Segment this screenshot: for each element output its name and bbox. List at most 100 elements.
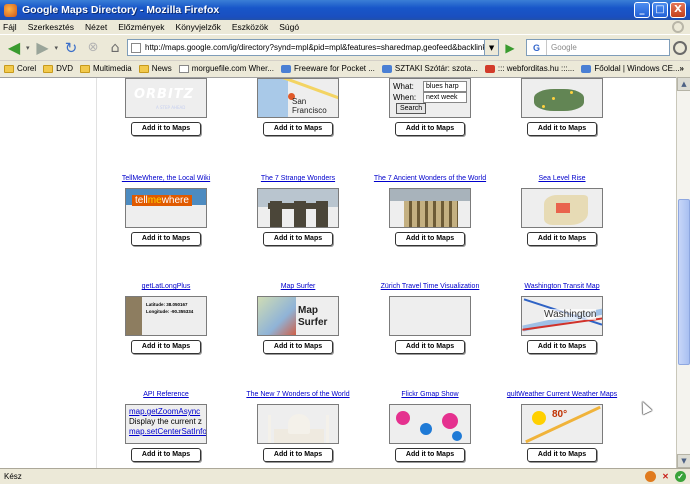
window-controls: _ □ X bbox=[634, 2, 686, 18]
folder-icon bbox=[138, 64, 149, 73]
search-engine-icon[interactable]: G bbox=[527, 40, 548, 55]
menu-help[interactable]: Súgó bbox=[279, 22, 299, 32]
menu-file[interactable]: Fájl bbox=[3, 22, 17, 32]
menu-tools[interactable]: Eszközök bbox=[232, 22, 268, 32]
add-to-maps-button[interactable]: Add it to Maps bbox=[527, 448, 597, 462]
back-arrow-icon[interactable]: ◀ bbox=[4, 38, 24, 58]
add-to-maps-button[interactable]: Add it to Maps bbox=[395, 448, 465, 462]
bookmark-link[interactable]: Freeware for Pocket ... bbox=[280, 64, 375, 73]
stop-icon[interactable]: ⊗ bbox=[83, 38, 103, 58]
window-titlebar[interactable]: Google Maps Directory - Mozilla Firefox … bbox=[0, 0, 690, 20]
add-to-maps-button[interactable]: Add it to Maps bbox=[131, 232, 201, 246]
address-dropdown-icon[interactable]: ▼ bbox=[485, 39, 500, 56]
gadget-thumbnail[interactable] bbox=[257, 404, 339, 444]
addon-icon[interactable] bbox=[645, 471, 656, 482]
gadget-card: Flickr Gmap Show Add it to Maps bbox=[370, 390, 490, 462]
address-bar[interactable]: http://maps.google.com/ig/directory?synd… bbox=[127, 39, 486, 56]
address-url[interactable]: http://maps.google.com/ig/directory?synd… bbox=[145, 43, 484, 52]
vertical-scrollbar[interactable]: ▲ ▼ bbox=[676, 77, 690, 468]
close-button[interactable]: X bbox=[670, 2, 686, 18]
check-icon[interactable]: ✓ bbox=[675, 471, 686, 482]
thumbnail-city-label: Washington bbox=[544, 309, 597, 320]
menu-history[interactable]: Előzmények bbox=[118, 22, 164, 32]
gadget-thumbnail[interactable]: What: blues harp When: next week Search bbox=[389, 78, 471, 118]
bookmarks-overflow-icon[interactable]: » bbox=[680, 64, 684, 73]
go-arrow-icon[interactable]: ▶ bbox=[502, 39, 518, 56]
search-input[interactable]: Google bbox=[547, 43, 577, 52]
add-to-maps-button[interactable]: Add it to Maps bbox=[131, 340, 201, 354]
bookmark-link[interactable]: morguefile.com Wher... bbox=[178, 64, 274, 73]
menu-edit[interactable]: Szerkesztés bbox=[28, 22, 74, 32]
gadget-title-link[interactable]: Flickr Gmap Show bbox=[370, 390, 490, 400]
gadget-title-link[interactable]: The 7 Ancient Wonders of the World bbox=[370, 174, 490, 184]
map-water bbox=[258, 79, 288, 117]
gadget-thumbnail[interactable] bbox=[389, 404, 471, 444]
add-to-maps-button[interactable]: Add it to Maps bbox=[527, 232, 597, 246]
gadget-title-link[interactable]: qultWeather Current Weather Maps bbox=[502, 390, 622, 400]
api-function: map.getZoomAsync bbox=[129, 407, 201, 416]
add-to-maps-button[interactable]: Add it to Maps bbox=[263, 122, 333, 136]
gadget-thumbnail[interactable]: Washington bbox=[521, 296, 603, 336]
gadget-thumbnail[interactable] bbox=[521, 188, 603, 228]
add-to-maps-button[interactable]: Add it to Maps bbox=[527, 122, 597, 136]
when-label: When: bbox=[393, 93, 417, 102]
menu-bookmarks[interactable]: Könyvjelzők bbox=[176, 22, 221, 32]
gadget-thumbnail[interactable]: ORBITZ A STEP AHEAD bbox=[125, 78, 207, 118]
bookmark-folder[interactable]: Multimedia bbox=[80, 64, 132, 73]
bookmark-folder[interactable]: DVD bbox=[43, 64, 73, 73]
add-to-maps-button[interactable]: Add it to Maps bbox=[395, 122, 465, 136]
gadget-thumbnail[interactable]: tellmewhere bbox=[125, 188, 207, 228]
gadget-title-link[interactable]: TellMeWhere, the Local Wiki bbox=[106, 174, 226, 184]
gadget-title-link[interactable]: Sea Level Rise bbox=[502, 174, 622, 184]
search-box[interactable]: G Google bbox=[526, 39, 671, 56]
add-to-maps-button[interactable]: Add it to Maps bbox=[131, 122, 201, 136]
gadget-thumbnail[interactable]: map.getZoomAsync Display the current z m… bbox=[125, 404, 207, 444]
scrollbar-thumb[interactable] bbox=[678, 199, 690, 365]
back-history-dropdown-icon[interactable]: ▾ bbox=[26, 44, 30, 52]
scroll-down-icon[interactable]: ▼ bbox=[677, 454, 690, 468]
bookmark-link[interactable]: Főoldal | Windows CE... bbox=[581, 64, 680, 73]
gadget-title-link[interactable]: Map Surfer bbox=[238, 282, 358, 292]
gadget-title-link[interactable]: Washington Transit Map bbox=[502, 282, 622, 292]
menu-view[interactable]: Nézet bbox=[85, 22, 107, 32]
add-to-maps-button[interactable]: Add it to Maps bbox=[131, 448, 201, 462]
folder-icon bbox=[43, 64, 54, 73]
scroll-up-icon[interactable]: ▲ bbox=[677, 77, 690, 91]
gadget-thumbnail[interactable] bbox=[389, 188, 471, 228]
bookmark-folder[interactable]: Corel bbox=[4, 64, 36, 73]
gadget-thumbnail[interactable] bbox=[521, 78, 603, 118]
reload-icon[interactable]: ↻ bbox=[61, 38, 81, 58]
bookmark-label: ::: webforditas.hu :::... bbox=[497, 64, 575, 73]
add-to-maps-button[interactable]: Add it to Maps bbox=[395, 232, 465, 246]
maximize-button[interactable]: □ bbox=[652, 2, 668, 18]
add-to-maps-button[interactable]: Add it to Maps bbox=[263, 232, 333, 246]
gadget-title-link[interactable]: getLatLongPlus bbox=[106, 282, 226, 292]
gadget-thumbnail[interactable] bbox=[257, 188, 339, 228]
gadget-thumbnail[interactable]: Latitude: 38.050167 Longitude: -90.355334 bbox=[125, 296, 207, 336]
photo-marker bbox=[442, 413, 458, 429]
gadget-title-link[interactable]: API Reference bbox=[106, 390, 226, 400]
logo-part: tell bbox=[135, 195, 148, 206]
add-to-maps-button[interactable]: Add it to Maps bbox=[527, 340, 597, 354]
gadget-thumbnail[interactable]: 80° bbox=[521, 404, 603, 444]
bookmark-link[interactable]: SZTAKI Szótár: szota... bbox=[381, 64, 478, 73]
blocked-x-icon[interactable]: ✕ bbox=[660, 471, 671, 482]
minimize-button[interactable]: _ bbox=[634, 2, 650, 18]
gadget-title-link[interactable]: The New 7 Wonders of the World bbox=[238, 390, 358, 400]
bookmark-link[interactable]: ::: webforditas.hu :::... bbox=[484, 64, 575, 73]
gadget-title-link[interactable]: The 7 Strange Wonders bbox=[238, 174, 358, 184]
add-to-maps-button[interactable]: Add it to Maps bbox=[263, 448, 333, 462]
add-to-maps-button[interactable]: Add it to Maps bbox=[263, 340, 333, 354]
thumbnail-logo: tellmewhere bbox=[132, 195, 192, 206]
gadget-thumbnail[interactable]: San Francisco bbox=[257, 78, 339, 118]
add-to-maps-button[interactable]: Add it to Maps bbox=[395, 340, 465, 354]
name-line: Surfer bbox=[298, 317, 328, 328]
forward-arrow-icon[interactable]: ▶ bbox=[33, 38, 53, 58]
bookmark-folder[interactable]: News bbox=[138, 64, 172, 73]
gadget-thumbnail[interactable]: Map Surfer bbox=[257, 296, 339, 336]
home-icon[interactable]: ⌂ bbox=[105, 38, 125, 58]
forward-history-dropdown-icon[interactable]: ▾ bbox=[55, 44, 59, 52]
gadget-title-link[interactable]: Zürich Travel Time Visualization bbox=[370, 282, 490, 292]
gadget-thumbnail[interactable] bbox=[389, 296, 471, 336]
search-magnifier-icon[interactable] bbox=[673, 40, 688, 55]
